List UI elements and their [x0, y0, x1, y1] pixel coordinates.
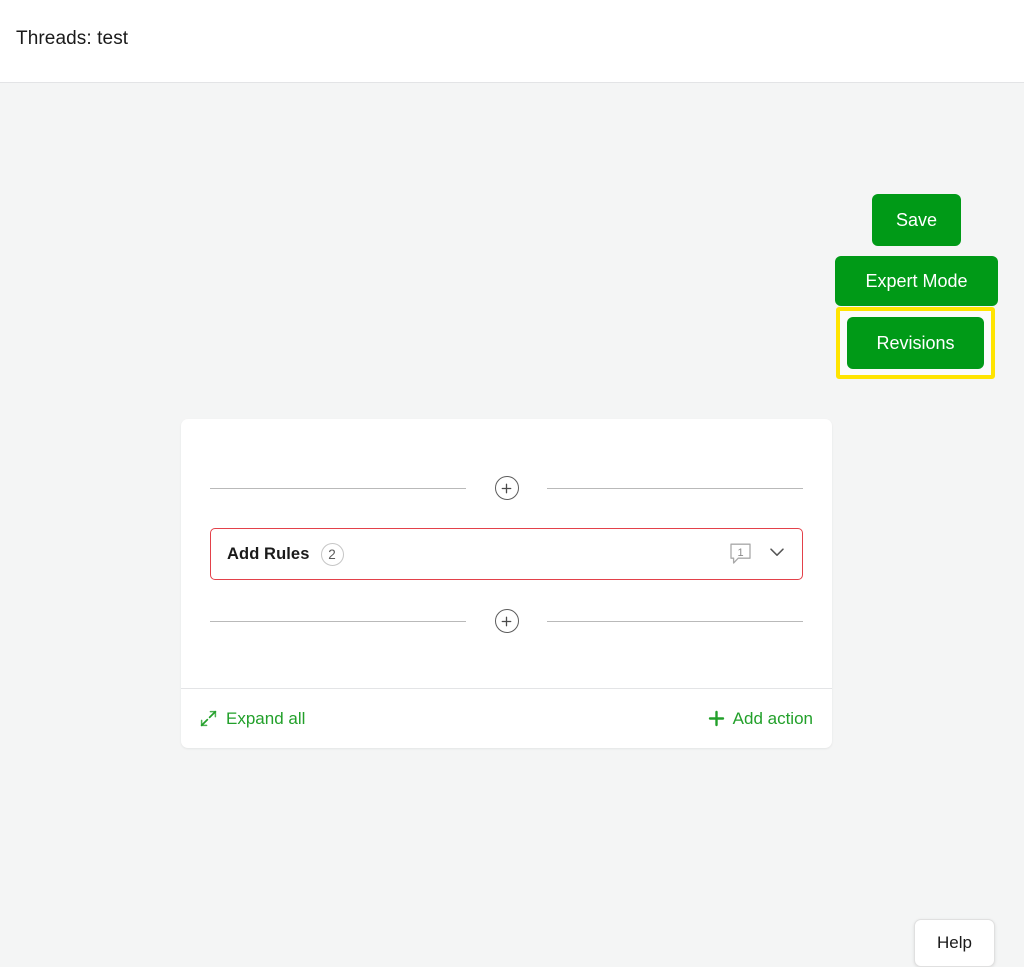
expand-rules-button[interactable] [765, 542, 789, 566]
add-rules-count-badge: 2 [320, 542, 344, 566]
add-action-button[interactable]: Add action [708, 709, 813, 729]
add-rules-block[interactable]: Add Rules 2 1 [210, 528, 803, 580]
chevron-down-icon [767, 542, 787, 567]
divider-line-left [210, 620, 466, 622]
expand-all-label: Expand all [226, 708, 306, 728]
workflow-card-footer: Expand all Add action [181, 688, 832, 748]
divider-line-right [547, 620, 803, 622]
add-rules-controls: 1 [728, 542, 789, 566]
expand-all-button[interactable]: Expand all [199, 709, 305, 729]
add-node-button-top[interactable] [494, 476, 519, 500]
revisions-highlight-ring: Revisions [836, 307, 995, 379]
add-node-row-bottom [210, 609, 803, 633]
add-node-button-bottom[interactable] [494, 609, 519, 633]
add-rules-title: Add Rules [227, 544, 310, 563]
revisions-button[interactable]: Revisions [847, 317, 984, 369]
workflow-card: Expand all Add action [181, 419, 832, 748]
app-header: Threads: test [0, 0, 1024, 83]
plus-icon [708, 710, 725, 727]
page-title: Threads: test [16, 28, 129, 49]
comment-count-button[interactable]: 1 [728, 542, 753, 566]
add-rules-label-group: Add Rules 2 [227, 542, 344, 566]
main-content-area: Save Expert Mode Revisions Expand all Ad… [0, 84, 1024, 967]
plus-circle-icon [500, 482, 513, 495]
comment-count-value: 1 [737, 546, 744, 559]
plus-circle-icon [500, 615, 513, 628]
add-node-row-top [210, 476, 803, 500]
save-button[interactable]: Save [872, 194, 961, 246]
help-button[interactable]: Help [914, 919, 995, 967]
expand-arrows-icon [199, 709, 218, 728]
divider-line-right [547, 487, 803, 489]
add-action-label: Add action [732, 708, 813, 728]
divider-line-left [210, 487, 466, 489]
expert-mode-button[interactable]: Expert Mode [835, 256, 998, 306]
